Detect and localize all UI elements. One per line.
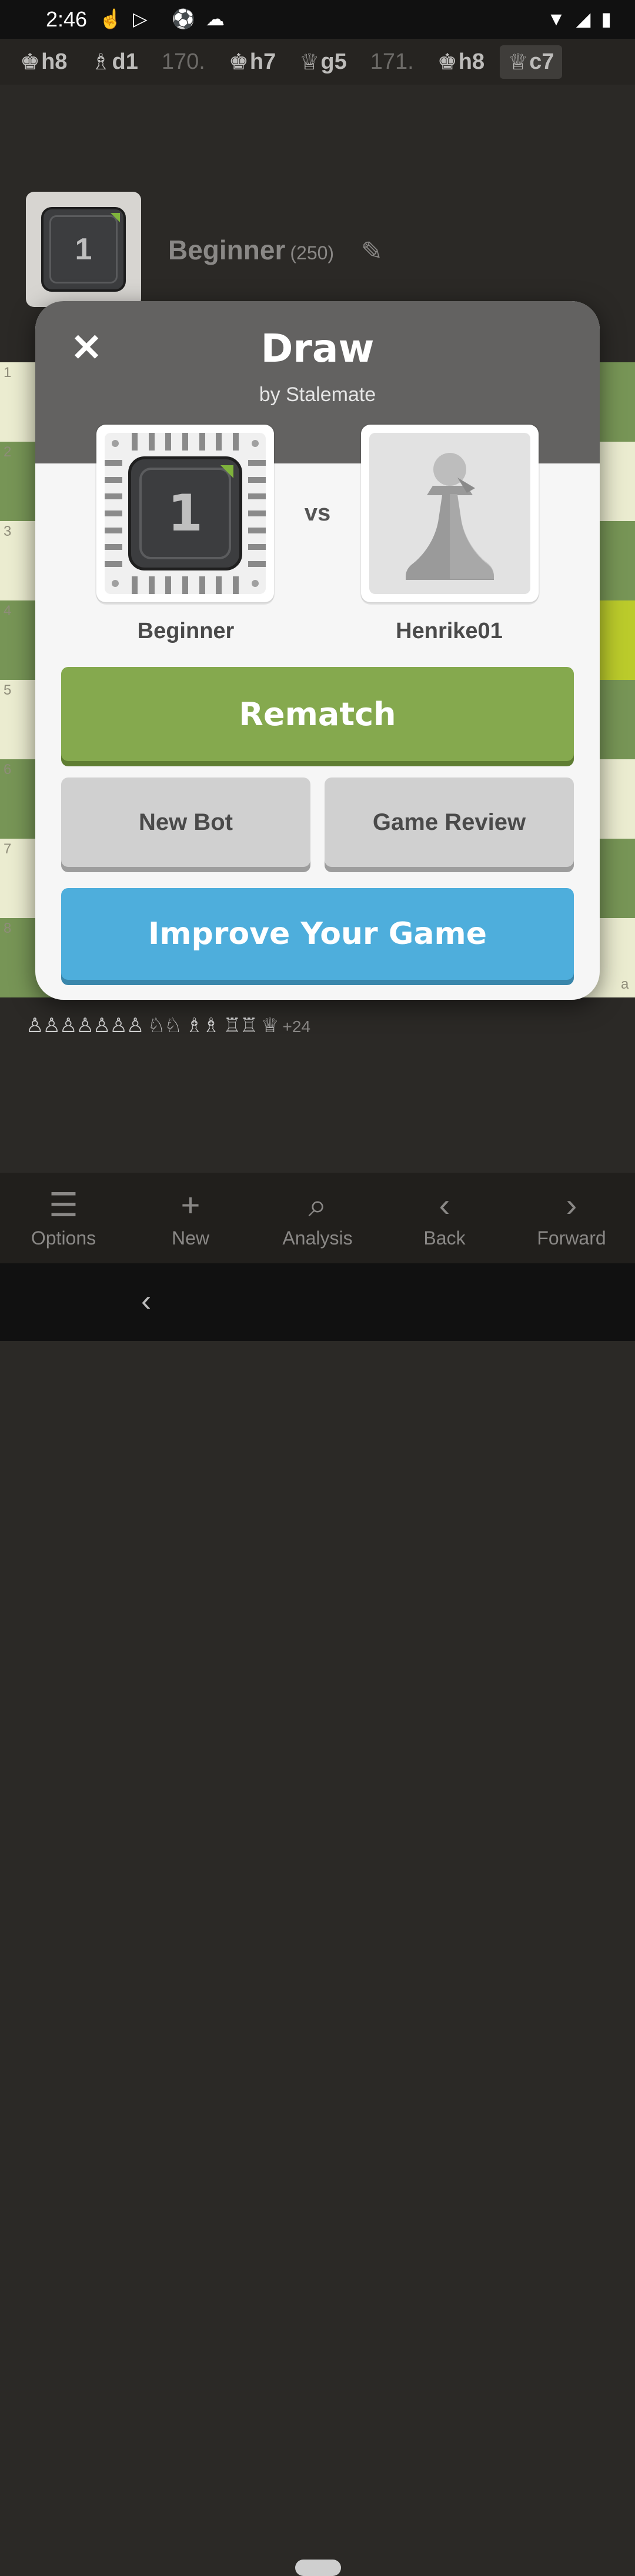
file-label: a <box>621 976 629 992</box>
nav-back[interactable]: ‹ Back <box>386 1187 503 1249</box>
signal-icon: ◢ <box>576 8 591 29</box>
player-avatar-bot: 1 <box>96 425 274 602</box>
pawn-icon <box>369 433 530 594</box>
opponent-name: Beginner (250) <box>168 234 334 266</box>
status-bar: 2:46 ☝ ▷ ⚽ ☁ ▼ ◢ ▮ <box>0 0 635 39</box>
rank-label: 4 <box>4 603 12 619</box>
battery-icon: ▮ <box>601 8 611 29</box>
play-store-icon: ▷ <box>133 8 148 29</box>
touch-icon: ☝ <box>99 8 122 29</box>
move-text: h8 <box>458 49 485 74</box>
nav-label: New <box>171 1227 209 1249</box>
move-number: 170. <box>153 46 213 78</box>
opponent-name-text: Beginner <box>168 235 286 265</box>
player-avatar-user <box>361 425 539 602</box>
player-name-bot: Beginner <box>137 619 235 643</box>
piece-icon: ♕ <box>508 49 529 75</box>
soccer-ball-icon: ⚽ <box>172 8 195 29</box>
chevron-right-icon: › <box>566 1186 577 1223</box>
move-text: c7 <box>529 49 554 74</box>
piece-icon: ♚ <box>228 49 249 75</box>
cloud-icon: ☁ <box>206 8 225 29</box>
move-list[interactable]: ♚ h8 ♗ d1 170. ♚ h7 ♕ g5 171. ♚ h8 ♕ c7 <box>0 39 635 85</box>
nav-label: Forward <box>537 1227 606 1249</box>
opponent-rating: (250) <box>290 242 335 263</box>
rank-label: 6 <box>4 762 12 778</box>
rank-label: 3 <box>4 523 12 539</box>
edit-icon[interactable]: ✎ <box>361 239 387 265</box>
piece-icon: ♚ <box>20 49 41 75</box>
captured-pieces-list: ♙♙♙♙♙♙♙ ♘♘ ♗♗ ♖♖ ♕ <box>26 1015 279 1037</box>
player-name-user: Henrike01 <box>396 619 503 643</box>
status-time: 2:46 <box>46 7 88 31</box>
move-text: h8 <box>41 49 68 74</box>
material-advantage: +24 <box>282 1017 311 1036</box>
vs-label: vs <box>304 500 331 526</box>
rank-label: 2 <box>4 444 12 460</box>
nav-label: Analysis <box>282 1227 353 1249</box>
plus-icon: + <box>181 1186 200 1223</box>
move-text: h7 <box>249 49 276 74</box>
nav-label: Back <box>423 1227 466 1249</box>
move-item[interactable]: ♚ h7 <box>220 45 284 79</box>
opponent-avatar[interactable]: 1 <box>26 192 141 307</box>
nav-options[interactable]: ☰ Options <box>5 1187 122 1249</box>
nav-label: Options <box>31 1227 96 1249</box>
nav-analysis[interactable]: ⌕ Analysis <box>259 1187 376 1249</box>
rematch-button[interactable]: Rematch <box>61 667 574 761</box>
move-item[interactable]: ♕ c7 <box>500 45 563 79</box>
rank-label: 8 <box>4 920 12 936</box>
move-text: 170. <box>161 49 205 74</box>
piece-icon: ♗ <box>91 49 111 75</box>
piece-icon: ♕ <box>299 49 320 75</box>
move-item[interactable]: ♕ g5 <box>291 45 355 79</box>
move-number: 171. <box>362 46 422 78</box>
wifi-icon: ▼ <box>547 8 566 29</box>
system-back-icon[interactable]: ‹ <box>141 1283 151 1319</box>
captured-pieces: ♙♙♙♙♙♙♙ ♘♘ ♗♗ ♖♖ ♕ +24 <box>26 1014 310 1037</box>
chevron-left-icon: ‹ <box>439 1186 450 1223</box>
improve-your-game-button[interactable]: Improve Your Game <box>61 888 574 980</box>
game-over-dialog: ✕ Draw by Stalemate 1 vs Beginner Henrik… <box>35 301 600 1000</box>
rank-label: 5 <box>4 682 12 698</box>
move-item[interactable]: ♗ d1 <box>82 45 146 79</box>
move-item[interactable]: ♚ h8 <box>12 45 75 79</box>
nav-new[interactable]: + New <box>132 1187 249 1249</box>
list-icon: ☰ <box>48 1186 79 1223</box>
piece-icon: ♚ <box>437 49 457 75</box>
home-pill[interactable] <box>295 2560 341 2576</box>
nav-forward[interactable]: › Forward <box>513 1187 630 1249</box>
move-text: 171. <box>370 49 414 74</box>
rank-label: 1 <box>4 365 12 381</box>
game-review-button[interactable]: Game Review <box>325 778 574 867</box>
bottom-navigation: ☰ Options + New ⌕ Analysis ‹ Back › Forward <box>0 1173 635 1263</box>
system-navigation-bar: ‹ <box>0 1263 635 2576</box>
dialog-title: Draw <box>260 326 375 371</box>
dialog-subtitle: by Stalemate <box>259 383 376 406</box>
rank-label: 7 <box>4 841 12 857</box>
move-text: d1 <box>112 49 138 74</box>
analysis-icon: ⌕ <box>308 1186 327 1223</box>
opponent-avatar-number: 1 <box>49 215 118 283</box>
move-item[interactable]: ♚ h8 <box>429 45 493 79</box>
bot-avatar-number: 1 <box>139 468 231 559</box>
new-bot-button[interactable]: New Bot <box>61 778 310 867</box>
move-text: g5 <box>320 49 347 74</box>
